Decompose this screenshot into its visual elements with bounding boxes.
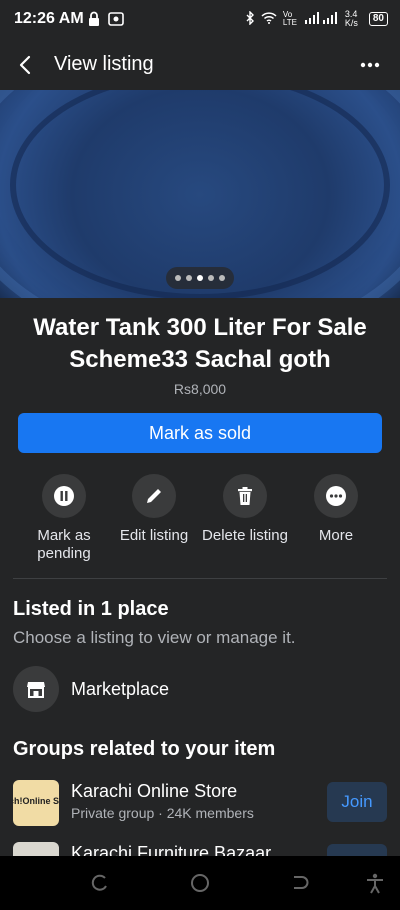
page-title: View listing [54, 53, 154, 75]
lte-label: Vo LTE [282, 10, 297, 27]
action-label: Mark as pending [37, 527, 91, 562]
battery-indicator: 80 [368, 12, 388, 26]
status-time: 12:26 AM [14, 10, 84, 27]
mark-as-sold-button[interactable]: Mark as sold [18, 413, 382, 453]
group-item[interactable]: ch!Online S Karachi Online Store Private… [13, 780, 387, 826]
recents-icon [91, 874, 107, 891]
action-label: Delete listing [202, 527, 288, 544]
marketplace-label: Marketplace [71, 679, 170, 699]
system-navigation-bar [0, 856, 400, 910]
back-nav-icon [294, 876, 309, 889]
notification-icon [108, 11, 124, 32]
home-button[interactable] [189, 872, 211, 894]
delete-listing-button[interactable]: Delete listing [200, 474, 290, 545]
action-label: Edit listing [119, 527, 189, 544]
pager-dot [186, 275, 192, 281]
network-speed: 3.4 K/s [344, 9, 358, 28]
groups-title: Groups related to your item [13, 738, 276, 760]
app-bar: View listing [0, 40, 400, 90]
status-bar: 12:26 AM Vo LTE 3.4 K/s 80 [0, 0, 400, 40]
listing-actions: Mark as pending Edit listing Delete list… [0, 474, 400, 574]
back-button[interactable] [14, 53, 38, 77]
accessibility-button[interactable] [364, 872, 386, 894]
storefront-icon [27, 682, 45, 698]
pager-dot [175, 275, 181, 281]
more-actions-button[interactable]: More [291, 474, 381, 545]
back-arrow-icon [19, 55, 31, 75]
listed-in-title: Listed in 1 place [13, 598, 169, 620]
pencil-icon [147, 489, 161, 503]
edit-listing-button[interactable]: Edit listing [109, 474, 199, 545]
photo-pager[interactable] [166, 267, 234, 289]
join-button[interactable]: Join [327, 782, 387, 822]
listing-price: Rs8,000 [173, 381, 227, 397]
pager-dot-active [197, 275, 203, 281]
bluetooth-icon [245, 10, 255, 27]
mark-as-pending-button[interactable]: Mark as pending [19, 474, 109, 563]
lock-icon [88, 11, 100, 32]
listing-title: Water Tank 300 Liter For Sale Scheme33 S… [33, 314, 367, 373]
pager-dot [208, 275, 214, 281]
pause-icon [54, 486, 74, 506]
home-icon [191, 874, 209, 892]
group-meta: Private group · 24K members [71, 805, 254, 821]
divider [13, 578, 387, 579]
more-options-button[interactable] [358, 53, 382, 77]
action-label: More [318, 527, 354, 544]
wifi-icon [261, 12, 277, 26]
trash-icon [238, 487, 252, 505]
pager-dot [219, 275, 225, 281]
group-name: Karachi Online Store [71, 781, 238, 801]
listed-in-subtitle: Choose a listing to view or manage it. [13, 628, 296, 647]
recent-apps-button[interactable] [89, 872, 111, 894]
group-thumbnail: ch!Online S [13, 780, 59, 826]
signal-icon [304, 12, 339, 26]
marketplace-row[interactable]: Marketplace [13, 666, 387, 712]
accessibility-icon [367, 873, 383, 894]
more-dots-icon [360, 62, 380, 68]
more-icon [326, 486, 346, 506]
back-nav-button[interactable] [289, 872, 311, 894]
